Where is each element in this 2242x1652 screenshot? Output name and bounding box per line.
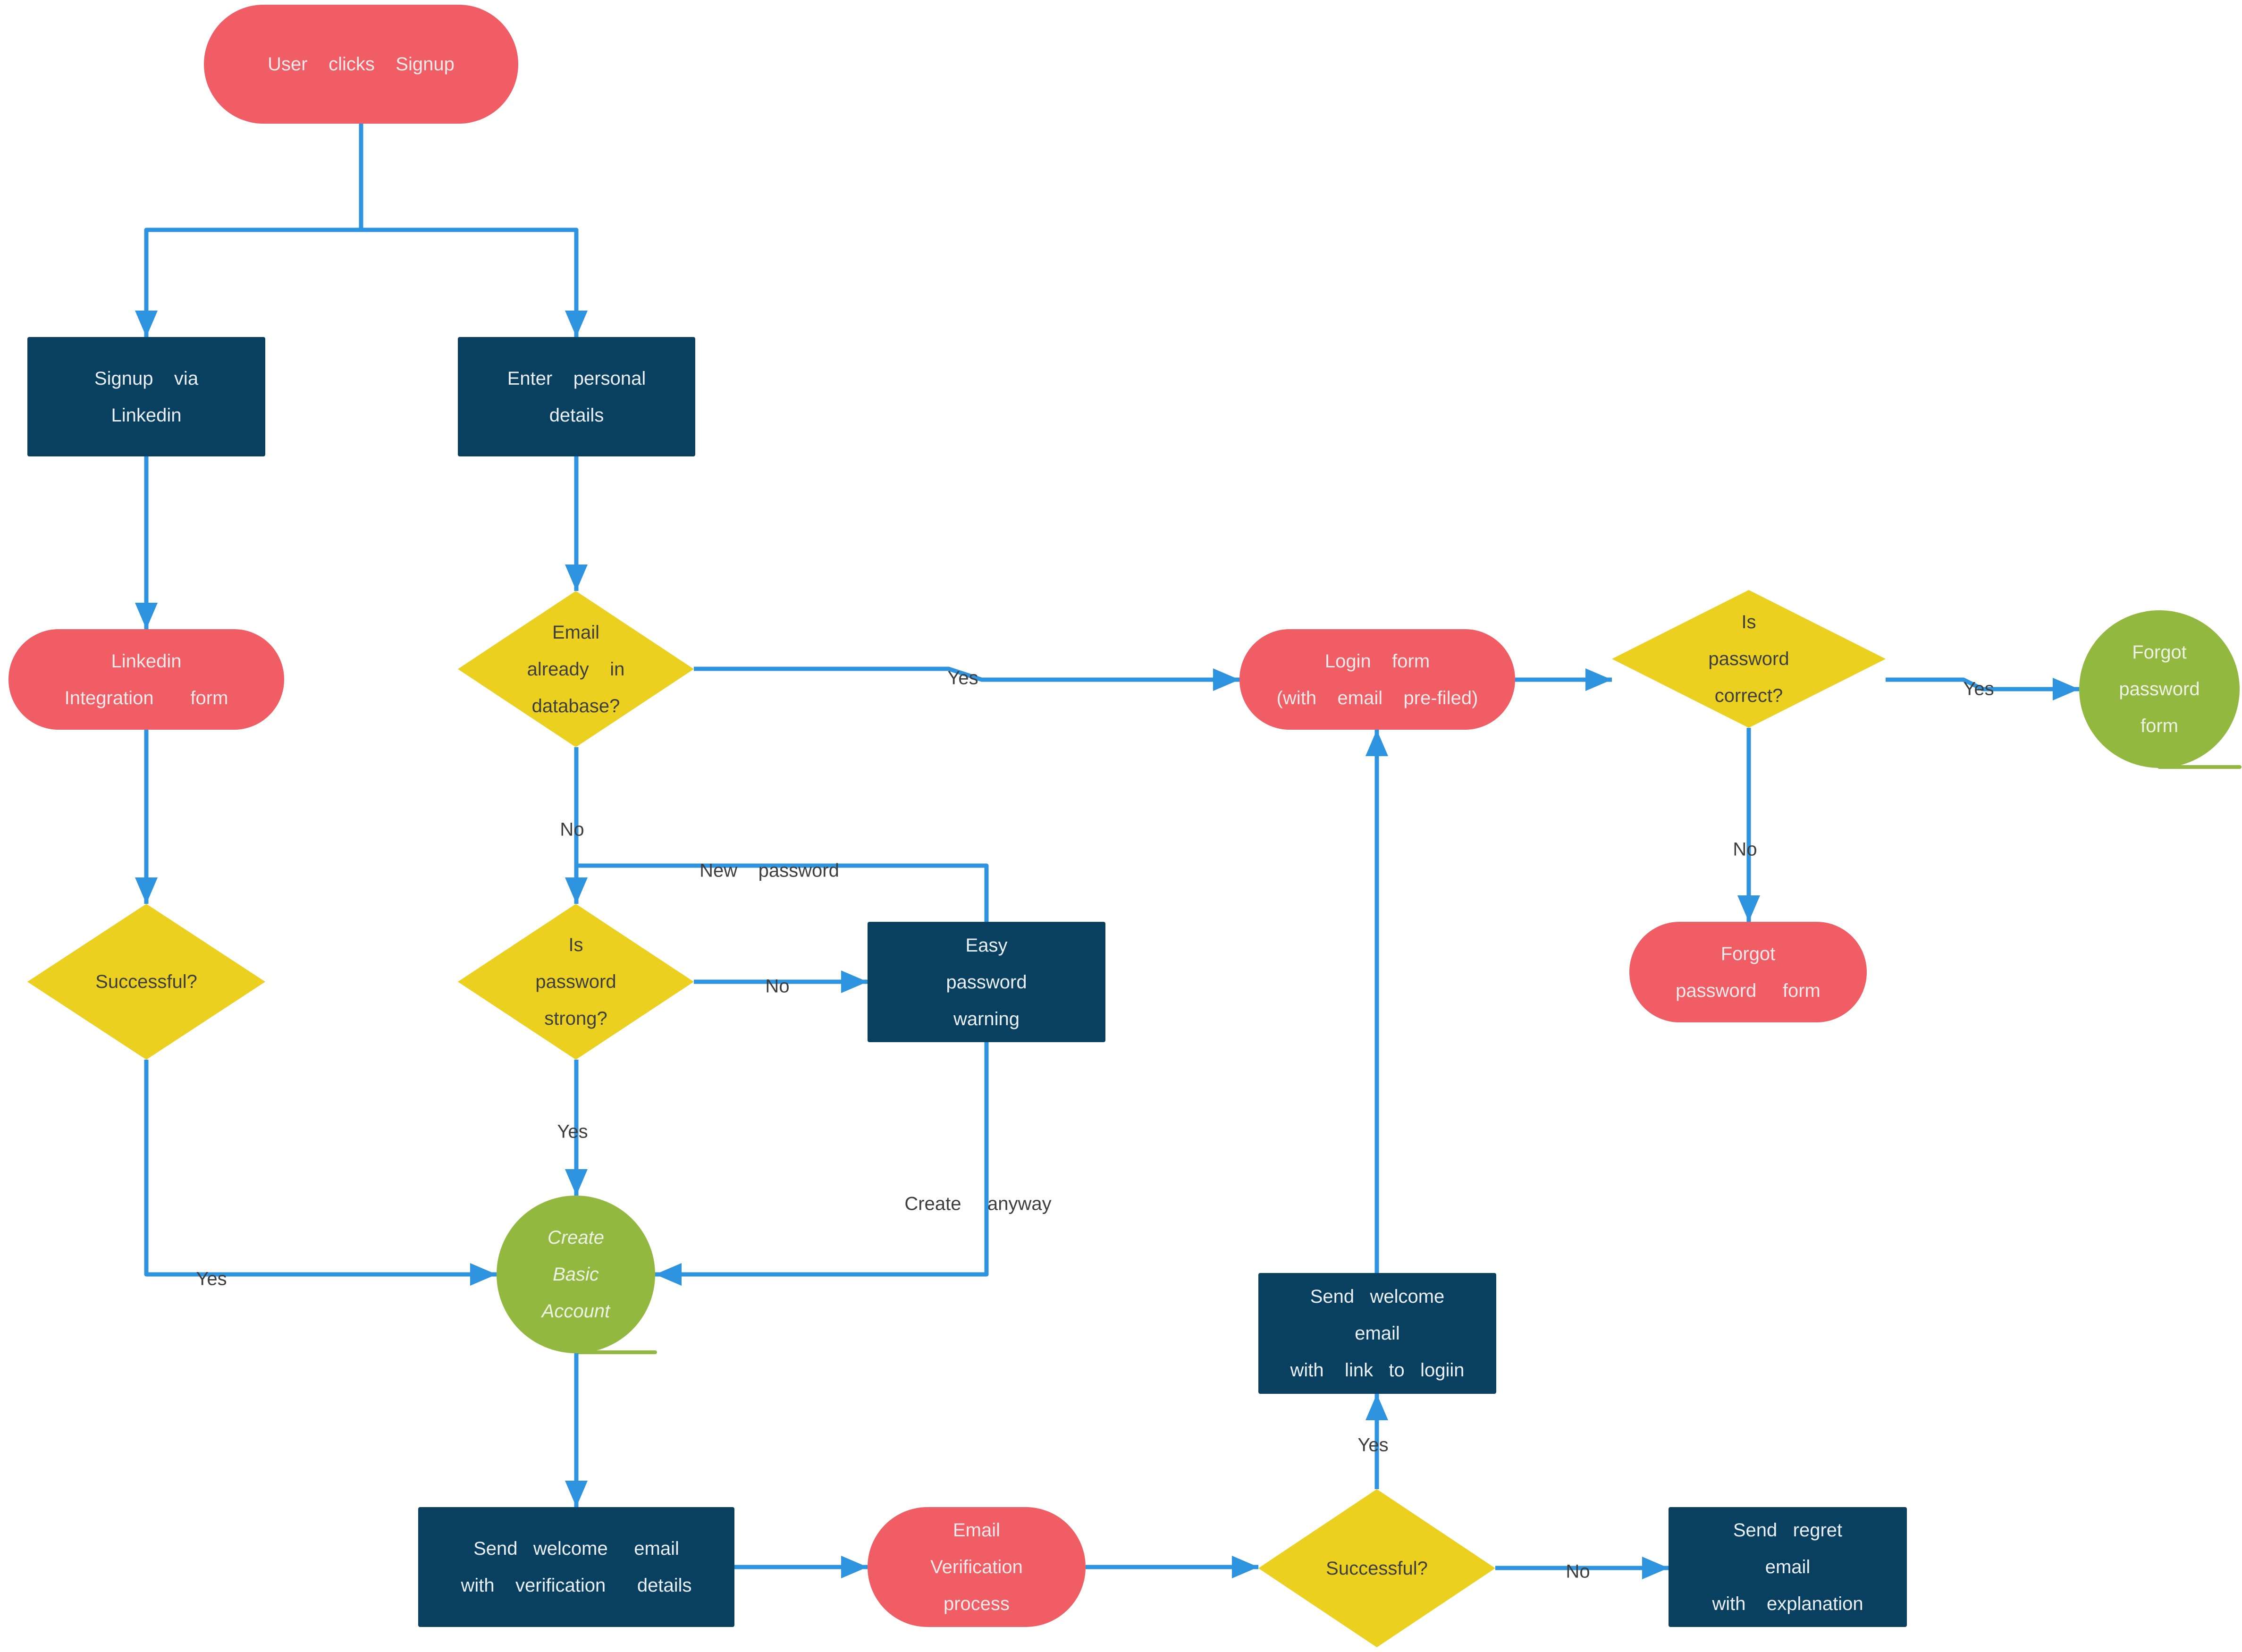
node-label-line: with explanation [1712, 1593, 1863, 1614]
node-label-line: Successful? [1326, 1558, 1428, 1579]
edge-label-new-password: New password [700, 860, 839, 881]
arrowhead-icon [1232, 1556, 1258, 1578]
edge-label-correct-yes: Yes [1963, 678, 1994, 700]
node-enter-personal-details[interactable]: Enter personal details [458, 337, 695, 456]
arrowhead-icon [841, 1556, 868, 1578]
arrowhead-icon [1213, 668, 1239, 691]
node-label-line: Signup via [94, 368, 199, 389]
node-label-line: Basic [553, 1264, 599, 1285]
node-password-correct[interactable]: Is password correct? [1612, 590, 1886, 728]
node-forgot-password-form-green[interactable]: Forgot password form [2079, 610, 2240, 768]
node-label-line: (with email pre-filed) [1276, 687, 1478, 708]
edge-label-email-db-yes: Yes [947, 667, 978, 689]
node-label-line: process [943, 1593, 1010, 1614]
edge-start-to-linkedin[interactable] [144, 124, 363, 337]
node-label-line: Send welcome email [473, 1538, 679, 1559]
arrowhead-icon [1737, 895, 1760, 922]
edge-warning-create-anyway[interactable] [655, 1042, 989, 1277]
node-label-line: Forgot [1720, 943, 1776, 964]
node-linkedin-integration-form[interactable]: Linkedin Integration form [8, 629, 284, 730]
node-label-line: Send regret [1733, 1520, 1843, 1541]
node-label-line: warning [953, 1008, 1020, 1029]
edge-label-strong-yes: Yes [557, 1121, 588, 1142]
edge-linkedin-yes-to-create[interactable] [144, 1060, 497, 1277]
node-label-line: password [2119, 679, 2200, 700]
arrowhead-icon [565, 311, 588, 337]
arrowhead-icon [2053, 678, 2079, 700]
node-label-line: password form [1676, 980, 1821, 1001]
arrowhead-icon [1365, 1394, 1388, 1420]
node-label-line: with link to logiin [1290, 1360, 1465, 1381]
node-label-line: Successful? [95, 971, 197, 992]
node-label-line: Email [552, 622, 600, 643]
arrowhead-icon [135, 311, 158, 337]
edge-start-to-personal[interactable] [361, 228, 579, 337]
node-label-line: password [535, 971, 616, 992]
node-signup-via-linkedin[interactable]: Signup via Linkedin [27, 337, 265, 456]
node-label-line: already in [527, 658, 625, 680]
edge-label-correct-no: No [1733, 839, 1757, 860]
arrowhead-icon [1585, 668, 1612, 691]
node-label-line: Linkedin [111, 405, 182, 426]
arrowhead-icon [1365, 730, 1388, 756]
node-send-regret-email[interactable]: Send regret email with explanation [1669, 1507, 1907, 1627]
node-label-line: Enter personal [507, 368, 646, 389]
node-label-line: details [549, 405, 604, 426]
edge-label-strong-no: No [765, 976, 790, 997]
node-send-welcome-verification[interactable]: Send welcome email with verification deta… [418, 1507, 734, 1627]
arrowhead-icon [565, 1481, 588, 1507]
node-login-form[interactable]: Login form (with email pre-filed) [1239, 629, 1515, 730]
node-user-clicks-signup[interactable]: User clicks Signup [204, 5, 518, 124]
arrowhead-icon [841, 970, 868, 993]
node-label-line: correct? [1714, 685, 1783, 706]
node-create-basic-account[interactable]: Create Basic Account [497, 1196, 655, 1353]
node-label-line: password [946, 971, 1027, 993]
node-label-line: Linkedin [111, 650, 182, 672]
arrowhead-icon [565, 877, 588, 904]
arrowhead-icon [565, 1169, 588, 1196]
node-label-line: with verification details [461, 1575, 692, 1596]
arrowhead-icon [1642, 1557, 1669, 1579]
edge-label-verify-yes: Yes [1357, 1434, 1389, 1456]
node-label-line: Create [547, 1227, 605, 1248]
arrowhead-icon [565, 565, 588, 591]
node-email-verification-process[interactable]: Email Verification process [868, 1507, 1086, 1627]
edge-label-create-anyway: Create anyway [904, 1193, 1052, 1214]
node-label-line: Is [1741, 612, 1756, 632]
edge-label-linkedin-yes: Yes [196, 1268, 227, 1290]
node-label-line: password [1708, 649, 1789, 669]
node-send-welcome-login[interactable]: Send welcome email with link to logiin [1258, 1273, 1496, 1394]
node-label-line: Email [952, 1520, 1001, 1541]
arrowhead-icon [135, 877, 158, 904]
node-easy-password-warning[interactable]: Easy password warning [868, 922, 1105, 1042]
flowchart-canvas [27, 124, 2242, 1647]
node-label-line: Login form [1324, 650, 1430, 672]
node-email-in-database[interactable]: Email already in database? [458, 591, 694, 747]
node-verification-successful[interactable]: Successful? [1258, 1489, 1495, 1647]
arrowhead-icon [655, 1263, 682, 1286]
node-label-line: email [1355, 1323, 1400, 1344]
node-label-line: form [2141, 716, 2178, 736]
arrowhead-icon [470, 1263, 497, 1286]
node-label-line: database? [531, 695, 620, 716]
node-label-line: email [1765, 1557, 1811, 1577]
node-forgot-password-form-red[interactable]: Forgot password form [1629, 922, 1867, 1022]
node-label-line: Easy [965, 935, 1008, 956]
node-label-line: Integration form [64, 687, 228, 708]
node-label-line: User clicks Signup [268, 54, 455, 75]
edge-label-email-db-no: No [560, 819, 584, 840]
node-label-line: strong? [544, 1008, 607, 1029]
node-linkedin-successful[interactable]: Successful? [27, 904, 265, 1060]
node-label-line: Account [541, 1301, 610, 1322]
node-label-line: Send welcome [1310, 1286, 1445, 1307]
node-label-line: Verification [930, 1557, 1023, 1577]
edge-label-verify-no: No [1566, 1561, 1590, 1582]
node-label-line: Forgot [2132, 642, 2187, 663]
node-label-line: Is [568, 935, 583, 955]
node-password-strong[interactable]: Is password strong? [458, 904, 694, 1060]
arrowhead-icon [135, 603, 158, 629]
